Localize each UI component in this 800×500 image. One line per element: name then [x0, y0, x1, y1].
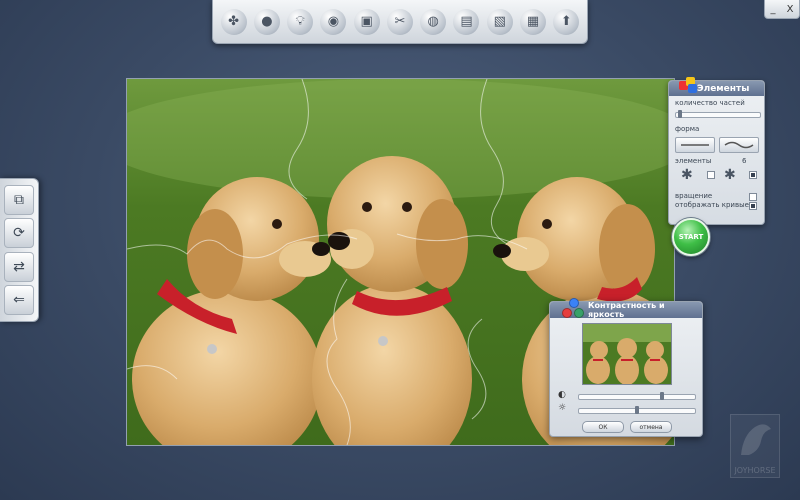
piece-large-checkbox[interactable]	[749, 171, 757, 179]
joyhorse-watermark: JOYHORSE	[730, 414, 780, 478]
rotation-label: вращение	[675, 192, 713, 200]
piece-small-icon[interactable]: ✱	[681, 167, 693, 183]
lightbulb-icon[interactable]: 💡︎	[287, 8, 314, 35]
brightness-knob[interactable]	[635, 406, 639, 414]
pieces-count-slider[interactable]	[675, 110, 761, 118]
shape-label: форма	[675, 125, 700, 133]
disk-icon[interactable]: ◉	[320, 8, 347, 35]
balls-icon[interactable]: ●	[253, 8, 280, 35]
shape-curved-button[interactable]	[719, 137, 759, 153]
save-icon[interactable]: ▣	[353, 8, 380, 35]
tools-icon[interactable]: ✂	[386, 8, 413, 35]
piece-small-checkbox[interactable]	[707, 171, 715, 179]
brightness-slider[interactable]	[578, 406, 696, 414]
rotate-icon[interactable]: ⟳	[4, 218, 34, 249]
contrast-knob[interactable]	[660, 392, 664, 400]
elements-count: 6	[742, 157, 747, 165]
contrast-slider[interactable]	[578, 392, 696, 400]
pieces-count-knob[interactable]	[678, 110, 682, 118]
shuffle-icon[interactable]: ⇄	[4, 251, 34, 282]
start-button[interactable]: START	[672, 218, 710, 256]
close-button[interactable]: X	[787, 4, 794, 15]
pieces-count-label: количество частей	[675, 99, 745, 107]
minimize-button[interactable]: _	[771, 4, 776, 15]
photo-icon[interactable]: ▦	[520, 8, 547, 35]
folder-icon[interactable]: ▤	[453, 8, 480, 35]
preview-thumbnail	[582, 323, 672, 385]
shape-straight-button[interactable]	[675, 137, 715, 153]
elements-label: элементы	[675, 157, 712, 165]
globe-icon[interactable]: ◍	[420, 8, 447, 35]
watermark-text: JOYHORSE	[734, 466, 776, 475]
cancel-button[interactable]: отмена	[630, 421, 672, 433]
puzzle-logo-icon	[679, 77, 699, 95]
back-arrow-icon[interactable]: ⇐	[4, 285, 34, 316]
image-icon[interactable]: ▧	[486, 8, 513, 35]
pieces-icon[interactable]: ✤	[220, 8, 247, 35]
left-toolbar: ⧉ ⟳ ⇄ ⇐	[0, 178, 39, 322]
panel-dots-icon	[562, 298, 584, 318]
piece-large-icon[interactable]: ✱	[724, 167, 736, 183]
stack-icon[interactable]: ⧉	[4, 184, 34, 215]
brightness-icon: ☼	[558, 403, 567, 413]
ok-button[interactable]: ОК	[582, 421, 624, 433]
top-toolbar: ✤ ● 💡︎ ◉ ▣ ✂ ◍ ▤ ▧ ▦ ⬆	[212, 0, 588, 44]
contrast-brightness-panel: Контрастность и яркость ◐ ☼ ОК отмена	[549, 298, 703, 437]
show-curves-label: отображать кривые	[675, 201, 749, 209]
rotation-checkbox[interactable]	[749, 193, 757, 201]
elements-panel: Элементы количество частей форма элемент…	[668, 77, 765, 225]
arrow-up-icon[interactable]: ⬆	[553, 8, 580, 35]
contrast-icon: ◐	[558, 390, 566, 400]
show-curves-checkbox[interactable]	[749, 202, 757, 210]
window-controls: _ X	[764, 0, 800, 19]
